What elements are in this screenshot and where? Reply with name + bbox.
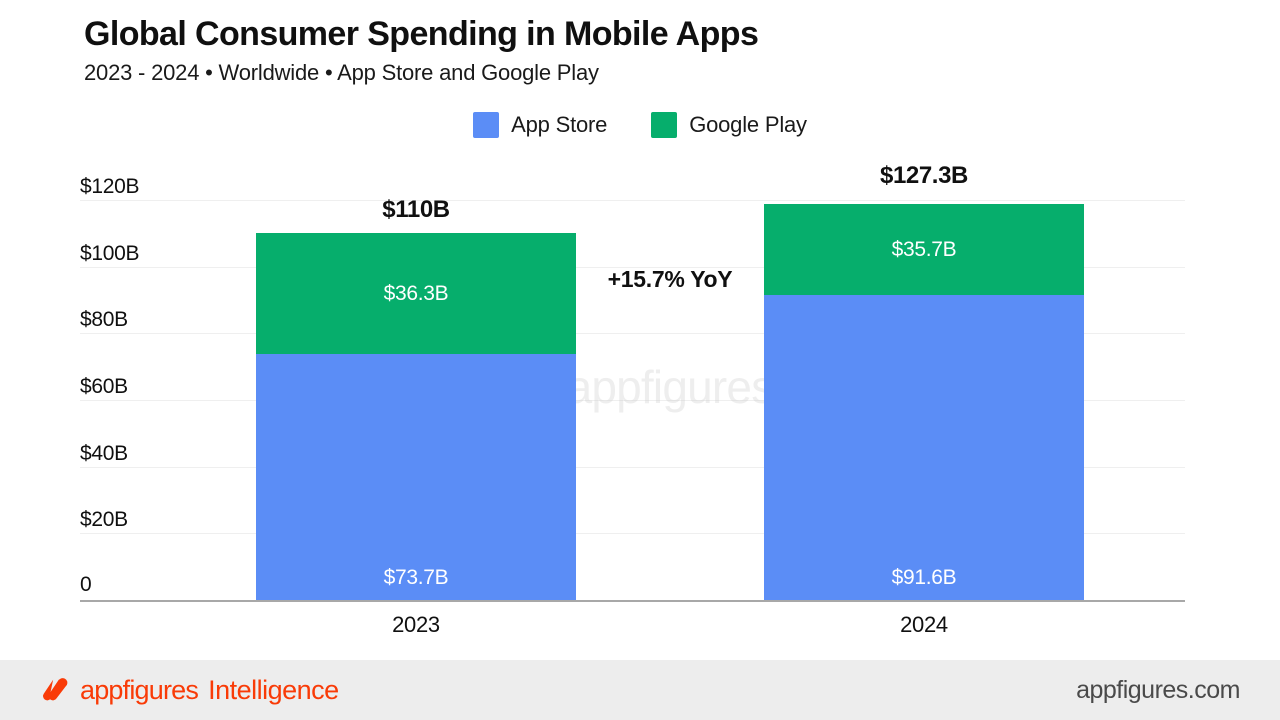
bar-segment-label: $36.3B: [383, 281, 449, 305]
watermark-text: appfigures: [566, 361, 775, 413]
y-tick-label-20: $20B: [80, 508, 128, 531]
bar-segment-google-play-2023[interactable]: $36.3B: [256, 233, 576, 354]
y-tick-label-100: $100B: [80, 242, 140, 265]
bar-segment-label: $35.7B: [891, 237, 957, 261]
y-tick-label-60: $60B: [80, 375, 128, 398]
footer-url[interactable]: appfigures.com: [1076, 677, 1240, 703]
bar-segment-google-play-2024[interactable]: $35.7B: [764, 204, 1084, 295]
bar-segment-label: $73.7B: [383, 566, 449, 589]
y-tick-label-80: $80B: [80, 308, 128, 331]
bar-total-label-2024: $127.3B: [880, 162, 968, 189]
appfigures-watermark: appfigures: [0, 364, 1280, 410]
bar-segment-app-store-2024[interactable]: $91.6B: [764, 295, 1084, 600]
bar-total-label-2023: $110B: [382, 196, 450, 223]
chart-plot-area: $120B $100B $80B $60B $40B $20B 0 appfig…: [0, 0, 1280, 660]
y-tick-label-120: $120B: [80, 175, 140, 198]
footer-brand-suffix: Intelligence: [208, 674, 339, 705]
y-tick-label-40: $40B: [80, 442, 128, 465]
x-axis-label-2024: 2024: [900, 612, 948, 637]
yoy-growth-annotation: +15.7% YoY: [607, 266, 733, 292]
footer-brand[interactable]: appfigures Intelligence: [40, 675, 339, 705]
x-axis-label-2023: 2023: [392, 612, 440, 637]
appfigures-logo-icon: [43, 678, 68, 701]
footer-bar: appfigures Intelligence appfigures.com: [0, 660, 1280, 720]
footer-brand-name: appfigures: [80, 674, 199, 705]
gridline-120: [80, 200, 1185, 201]
bar-segment-label: $91.6B: [891, 566, 957, 589]
bar-segment-app-store-2023[interactable]: $73.7B: [256, 354, 576, 600]
x-axis-line: [80, 600, 1185, 602]
y-tick-label-0: 0: [80, 573, 92, 596]
